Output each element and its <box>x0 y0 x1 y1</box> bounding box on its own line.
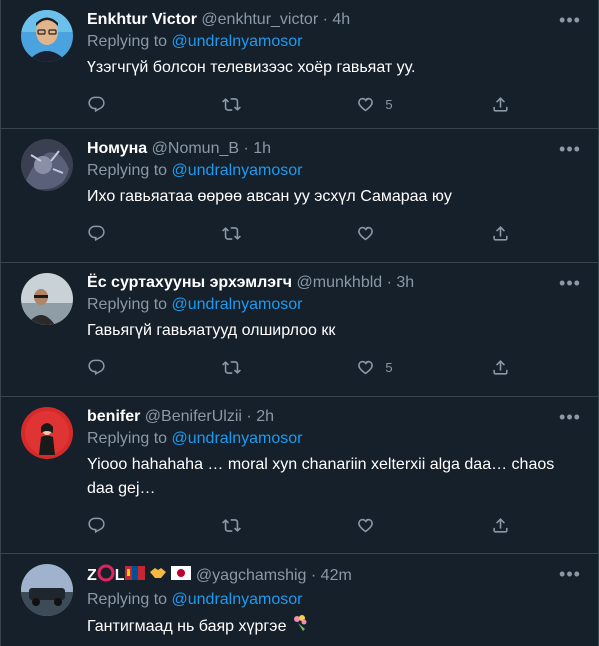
tweet-actions: 5 <box>87 84 510 124</box>
reply-button[interactable] <box>87 516 222 535</box>
tweet-text: Ихо гавьяатаа өөрөө авсан уу эсхүл Самар… <box>87 188 452 205</box>
red-circle-icon <box>97 564 115 588</box>
tweet-actions: 5 <box>87 347 510 387</box>
display-name[interactable]: benifer <box>87 408 140 425</box>
share-icon <box>493 517 508 533</box>
reply-button[interactable] <box>87 224 222 243</box>
tweet-actions <box>87 505 510 545</box>
tweet-text: Гантигмаад нь баяр хүргэе <box>87 614 582 640</box>
display-name[interactable]: Ёс суртахууны эрхэмлэгч <box>87 274 292 291</box>
like-button[interactable] <box>356 516 491 535</box>
more-icon[interactable]: ••• <box>556 269 584 297</box>
reply-to-link[interactable]: @undralnyamosor <box>172 33 303 50</box>
reply-to-link[interactable]: @undralnyamosor <box>172 591 303 608</box>
user-handle[interactable]: @enkhtur_victor <box>201 11 318 28</box>
avatar[interactable] <box>21 564 73 616</box>
reply-tweet[interactable]: ZZL @yagchamshig · 42m ••• Replying to @… <box>1 554 598 646</box>
like-count: 5 <box>385 96 393 112</box>
reply-icon <box>88 359 105 375</box>
reply-to-link[interactable]: @undralnyamosor <box>172 430 303 447</box>
user-handle[interactable]: @BeniferUlzii <box>145 408 242 425</box>
replying-to: Replying to @undralnyamosor <box>87 33 303 50</box>
reply-tweet[interactable]: Номуна @Nomun_B · 1h ••• Replying to @un… <box>1 129 598 263</box>
retweet-icon <box>221 518 241 532</box>
display-name[interactable]: Номуна <box>87 140 147 157</box>
tweet-text: Үзэгчгүй болсон телевизээс хоёр гавьяат … <box>87 59 416 76</box>
retweet-icon <box>221 226 241 240</box>
timestamp[interactable]: 3h <box>396 274 414 291</box>
reply-icon <box>88 96 105 112</box>
reply-to-link[interactable]: @undralnyamosor <box>172 162 303 179</box>
reply-icon <box>88 517 105 533</box>
display-name[interactable]: Enkhtur Victor <box>87 11 197 28</box>
replying-to: Replying to @undralnyamosor <box>87 430 303 447</box>
tweet-text: Yiooo hahahaha … moral xyn chanariin xel… <box>87 456 555 497</box>
avatar[interactable] <box>21 10 73 62</box>
like-icon <box>358 97 374 111</box>
user-handle[interactable]: @yagchamshig <box>196 567 307 584</box>
avatar[interactable] <box>21 273 73 325</box>
retweet-button[interactable] <box>221 516 357 535</box>
handshake-icon <box>149 566 167 586</box>
replying-to: Replying to @undralnyamosor <box>87 591 303 608</box>
reply-feed: Enkhtur Victor @enkhtur_victor · 4h ••• … <box>0 0 599 646</box>
share-button[interactable] <box>491 95 510 114</box>
share-button[interactable] <box>491 358 510 377</box>
share-icon <box>493 225 508 241</box>
like-button[interactable] <box>356 224 491 243</box>
share-icon <box>493 359 508 375</box>
retweet-icon <box>221 97 241 111</box>
avatar[interactable] <box>21 407 73 459</box>
share-button[interactable] <box>491 516 510 535</box>
reply-tweet[interactable]: Enkhtur Victor @enkhtur_victor · 4h ••• … <box>1 0 598 129</box>
like-icon <box>358 226 374 240</box>
user-handle[interactable]: @munkhbld <box>297 274 383 291</box>
user-handle[interactable]: @Nomun_B <box>152 140 239 157</box>
reply-to-link[interactable]: @undralnyamosor <box>172 296 303 313</box>
more-icon[interactable]: ••• <box>556 560 584 588</box>
more-icon[interactable]: ••• <box>556 135 584 163</box>
timestamp[interactable]: 42m <box>321 567 352 584</box>
timestamp[interactable]: 2h <box>256 408 274 425</box>
display-name[interactable]: ZZL <box>87 564 192 586</box>
reply-button[interactable] <box>87 358 222 377</box>
japan-flag-icon <box>171 566 192 586</box>
like-count: 5 <box>385 359 393 375</box>
like-button[interactable]: 5 <box>356 358 491 377</box>
replying-to: Replying to @undralnyamosor <box>87 296 303 313</box>
retweet-icon <box>221 360 241 374</box>
timestamp[interactable]: 1h <box>253 140 271 157</box>
more-icon[interactable]: ••• <box>556 6 584 34</box>
mongolia-flag-icon <box>124 566 145 586</box>
tweet-text: Гавьягүй гавьяатууд олширлоо кк <box>87 322 336 339</box>
timestamp[interactable]: 4h <box>332 11 350 28</box>
share-button[interactable] <box>491 224 510 243</box>
reply-icon <box>88 225 105 241</box>
replying-to: Replying to @undralnyamosor <box>87 162 303 179</box>
like-icon <box>358 360 374 374</box>
like-icon <box>358 518 374 532</box>
more-icon[interactable]: ••• <box>556 403 584 431</box>
reply-tweet[interactable]: benifer @BeniferUlzii · 2h ••• Replying … <box>1 397 598 554</box>
reply-tweet[interactable]: Ёс суртахууны эрхэмлэгч @munkhbld · 3h •… <box>1 263 598 397</box>
share-icon <box>493 96 508 112</box>
retweet-button[interactable] <box>221 358 357 377</box>
tweet-actions <box>87 213 510 253</box>
retweet-button[interactable] <box>221 95 357 114</box>
like-button[interactable]: 5 <box>356 95 491 114</box>
reply-button[interactable] <box>87 95 222 114</box>
retweet-button[interactable] <box>221 224 357 243</box>
bouquet-icon <box>291 614 309 640</box>
avatar[interactable] <box>21 139 73 191</box>
